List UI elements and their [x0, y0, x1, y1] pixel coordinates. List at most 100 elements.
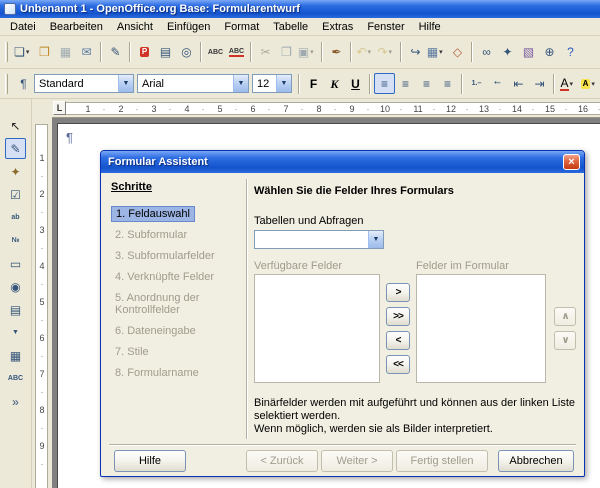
font-name-combo[interactable]: Arial▼ [137, 74, 249, 93]
draw-functions-icon[interactable]: ◇ [447, 42, 468, 63]
print-icon[interactable]: ▤ [155, 42, 176, 63]
undo-dropdown-icon[interactable]: ▾ [368, 48, 375, 56]
wizard-step-7-stile[interactable]: 7. Stile [111, 344, 153, 360]
align-center-icon[interactable]: ≡ [395, 73, 416, 94]
font-color-dropdown-icon[interactable]: ▾ [570, 80, 577, 88]
tab-stop-selector[interactable]: L [53, 101, 66, 115]
formatted-field-icon[interactable]: № [5, 230, 26, 251]
chevron-down-icon[interactable]: ▼ [118, 75, 133, 92]
menu-extras[interactable]: Extras [315, 19, 360, 35]
bullets-icon[interactable]: •– [487, 73, 508, 94]
chevron-down-icon[interactable]: ▼ [368, 231, 383, 248]
save-icon[interactable]: ▦ [55, 42, 76, 63]
menu-datei[interactable]: Datei [3, 19, 43, 35]
chevron-down-icon[interactable]: ▼ [233, 75, 248, 92]
new-document-icon[interactable]: ❏▾ [13, 42, 34, 63]
cut-icon[interactable]: ✂ [255, 42, 276, 63]
paragraph-style-combo[interactable]: Standard▼ [34, 74, 134, 93]
styles-panel-icon[interactable]: ¶ [13, 73, 34, 94]
text-box-icon[interactable]: ab [5, 207, 26, 228]
toolbar-grip[interactable] [5, 42, 8, 62]
list-box-icon[interactable]: ▤ [5, 299, 26, 320]
tables-queries-combo[interactable]: ▼ [254, 230, 384, 249]
navigator-icon[interactable]: ✦ [497, 42, 518, 63]
wizard-step-4-verknuepfte-felder[interactable]: 4. Verknüpfte Felder [111, 269, 218, 285]
push-button-icon[interactable]: ▭ [5, 253, 26, 274]
move-up-button[interactable]: ∧ [554, 307, 576, 326]
table-dropdown-icon[interactable]: ▾ [439, 48, 446, 56]
highlighting-icon[interactable]: A▾ [579, 73, 600, 94]
new-document-dropdown-icon[interactable]: ▾ [26, 48, 33, 56]
table-control-icon[interactable]: ▦ [5, 345, 26, 366]
wizard-step-3-subformularfelder[interactable]: 3. Subformularfelder [111, 248, 219, 264]
page-preview-icon[interactable]: ◎ [176, 42, 197, 63]
wizard-step-6-dateneingabe[interactable]: 6. Dateneingabe [111, 323, 200, 339]
close-icon[interactable]: × [563, 154, 580, 170]
label-field-icon[interactable]: ABC [5, 368, 26, 389]
font-color-icon[interactable]: A▾ [558, 73, 579, 94]
finish-button[interactable]: Fertig stellen [396, 450, 488, 472]
font-size-combo[interactable]: 12▼ [252, 74, 292, 93]
combo-box-icon[interactable]: ▼ [5, 322, 26, 343]
horizontal-ruler[interactable]: 1·2·3·4·5·6·7·8·9·10·11·12·13·14·15·16· [52, 99, 600, 118]
zoom-icon[interactable]: ⊕ [539, 42, 560, 63]
more-controls-icon[interactable]: » [5, 391, 26, 412]
email-icon[interactable]: ✉ [76, 42, 97, 63]
spellcheck-icon[interactable]: ABC [205, 42, 226, 63]
hyperlink-icon[interactable]: ↪ [405, 42, 426, 63]
vertical-ruler[interactable]: 1·2·3·4·5·6·7·8·9· [32, 118, 52, 488]
move-down-button[interactable]: ∨ [554, 331, 576, 350]
option-button-icon[interactable]: ◉ [5, 276, 26, 297]
wizard-step-5-anordnung-der-kontrollfelder[interactable]: 5. Anordnung der Kontrollfelder [111, 290, 239, 318]
highlighting-dropdown-icon[interactable]: ▾ [591, 80, 598, 88]
toolbar-grip[interactable] [5, 74, 8, 94]
control-wizard-icon[interactable]: ✦ [5, 161, 26, 182]
wizard-step-8-formularname[interactable]: 8. Formularname [111, 365, 203, 381]
menu-hilfe[interactable]: Hilfe [412, 19, 448, 35]
edit-file-icon[interactable]: ✎ [105, 42, 126, 63]
menu-tabelle[interactable]: Tabelle [266, 19, 315, 35]
form-fields-list[interactable] [416, 274, 546, 383]
move-all-right-button[interactable]: >> [386, 307, 410, 326]
available-fields-list[interactable] [254, 274, 380, 383]
align-right-icon[interactable]: ≡ [416, 73, 437, 94]
open-icon[interactable]: ❒ [34, 42, 55, 63]
align-left-icon[interactable]: ≡ [374, 73, 395, 94]
menu-bearbeiten[interactable]: Bearbeiten [43, 19, 110, 35]
gallery-icon[interactable]: ▧ [518, 42, 539, 63]
select-pointer-icon[interactable]: ↖ [5, 115, 26, 136]
undo-icon[interactable]: ↶▾ [355, 42, 376, 63]
autospellcheck-icon[interactable]: ABC [226, 42, 247, 63]
check-box-icon[interactable]: ☑ [5, 184, 26, 205]
export-pdf-icon[interactable]: P [134, 42, 155, 63]
move-left-button[interactable]: < [386, 331, 410, 350]
format-paintbrush-icon[interactable]: ✒ [326, 42, 347, 63]
move-all-left-button[interactable]: << [386, 355, 410, 374]
cancel-button[interactable]: Abbrechen [498, 450, 574, 472]
dialog-titlebar[interactable]: Formular Assistent × [101, 151, 584, 173]
menu-format[interactable]: Format [217, 19, 266, 35]
align-justify-icon[interactable]: ≡ [437, 73, 458, 94]
decrease-indent-icon[interactable]: ⇤ [508, 73, 529, 94]
design-mode-icon[interactable]: ✎ [5, 138, 26, 159]
help-icon[interactable]: ? [560, 42, 581, 63]
chevron-down-icon[interactable]: ▼ [276, 75, 291, 92]
paste-dropdown-icon[interactable]: ▾ [310, 48, 317, 56]
paste-icon[interactable]: ▣▾ [297, 42, 318, 63]
numbering-icon[interactable]: 1.– [466, 73, 487, 94]
help-button[interactable]: Hilfe [114, 450, 186, 472]
menu-einfuegen[interactable]: Einfügen [160, 19, 217, 35]
increase-indent-icon[interactable]: ⇥ [529, 73, 550, 94]
wizard-step-2-subformular[interactable]: 2. Subformular [111, 227, 191, 243]
back-button[interactable]: < Zurück [246, 450, 318, 472]
bold-button[interactable]: F [303, 73, 324, 94]
table-icon[interactable]: ▦▾ [426, 42, 447, 63]
menu-ansicht[interactable]: Ansicht [110, 19, 160, 35]
copy-icon[interactable]: ❐ [276, 42, 297, 63]
move-right-button[interactable]: > [386, 283, 410, 302]
window-titlebar[interactable]: Unbenannt 1 - OpenOffice.org Base: Formu… [0, 0, 600, 18]
wizard-step-1-feldauswahl[interactable]: 1. Feldauswahl [111, 206, 195, 222]
italic-button[interactable]: K [324, 73, 345, 94]
redo-icon[interactable]: ↷▾ [376, 42, 397, 63]
menu-fenster[interactable]: Fenster [360, 19, 411, 35]
